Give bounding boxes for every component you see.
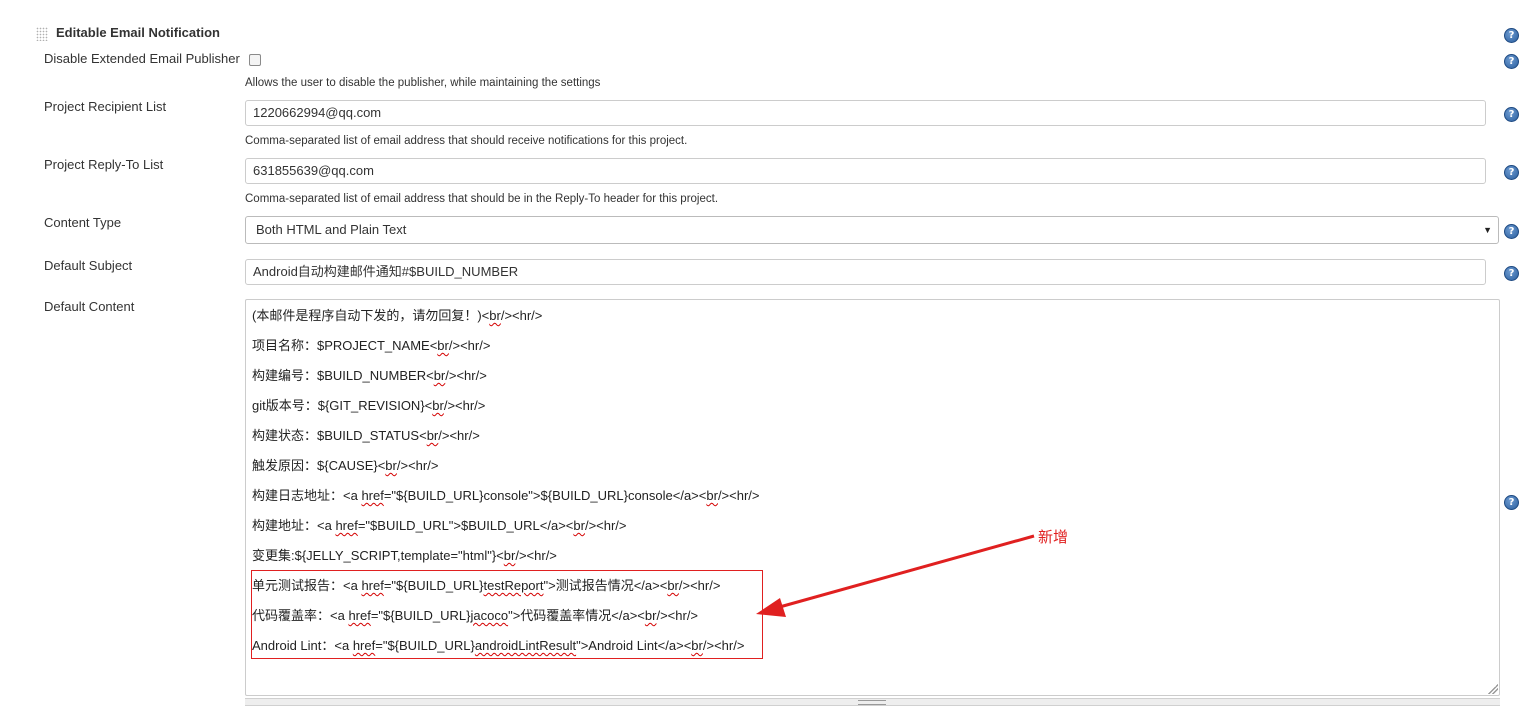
arrow-head <box>756 598 786 617</box>
arrow-shaft <box>775 534 1035 610</box>
annotation-label: 新增 <box>1038 529 1069 546</box>
annotation-arrow <box>756 534 1035 617</box>
